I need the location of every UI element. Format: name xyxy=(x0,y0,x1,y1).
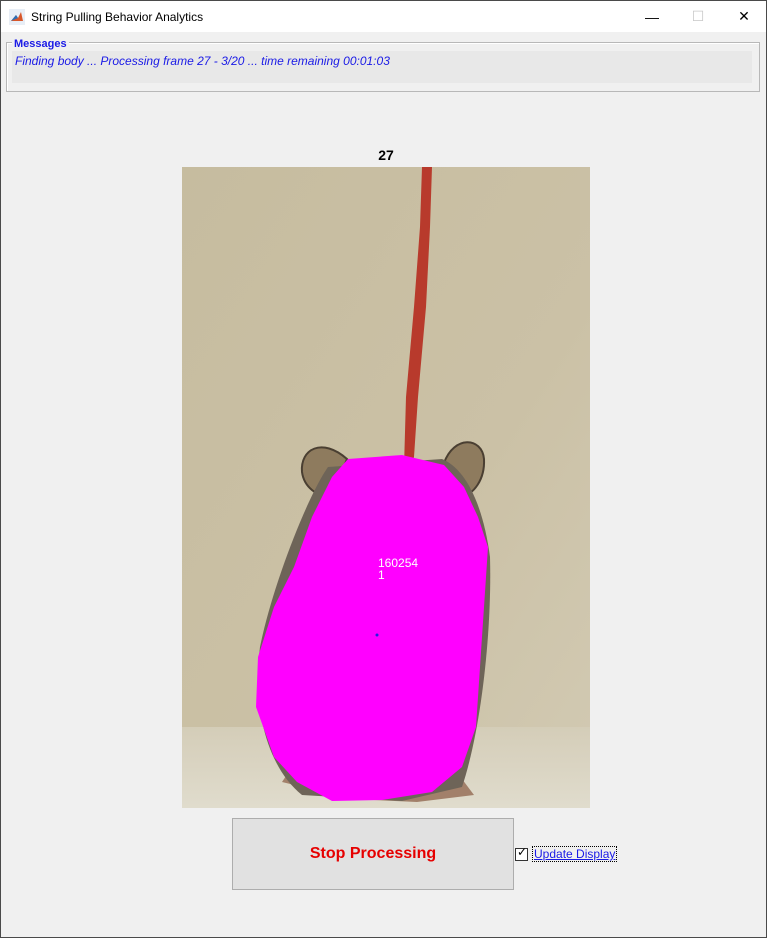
update-display-checkbox[interactable]: ✓ Update Display xyxy=(515,844,618,862)
maximize-button[interactable]: ☐ xyxy=(675,1,721,32)
messages-legend: Messages xyxy=(12,38,69,50)
stop-processing-button[interactable]: Stop Processing xyxy=(232,818,514,890)
messages-panel: Messages Finding body ... Processing fra… xyxy=(6,38,760,92)
minimize-button[interactable]: — xyxy=(629,1,675,32)
checkmark-icon: ✓ xyxy=(517,844,528,859)
close-button[interactable]: ✕ xyxy=(721,1,767,32)
matlab-icon xyxy=(9,9,25,25)
status-message: Finding body ... Processing frame 27 - 3… xyxy=(15,54,390,68)
frame-number: 27 xyxy=(378,147,394,163)
messages-box: Finding body ... Processing frame 27 - 3… xyxy=(12,51,752,83)
overlay-index: 1 xyxy=(378,568,385,582)
body-centroid xyxy=(375,633,379,637)
update-display-label[interactable]: Update Display xyxy=(532,846,618,862)
checkbox[interactable]: ✓ xyxy=(515,844,528,861)
window-title: String Pulling Behavior Analytics xyxy=(31,10,204,24)
app-window: String Pulling Behavior Analytics — ☐ ✕ … xyxy=(0,0,767,938)
title-bar: String Pulling Behavior Analytics — ☐ ✕ xyxy=(1,1,766,32)
video-frame: 160254 1 xyxy=(182,167,590,808)
